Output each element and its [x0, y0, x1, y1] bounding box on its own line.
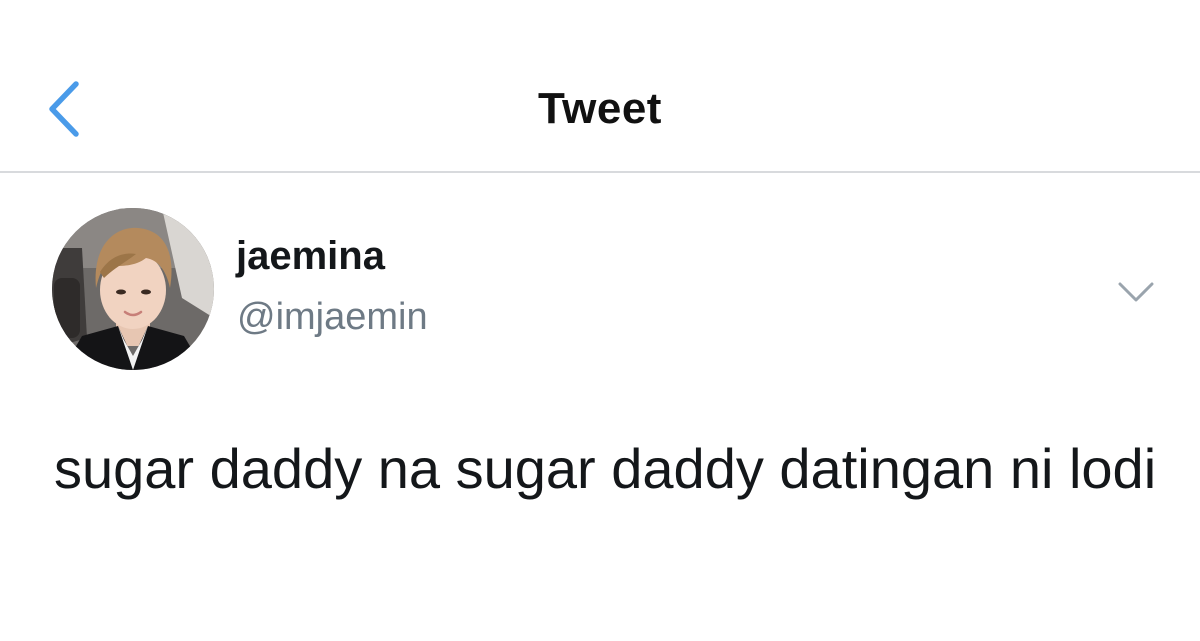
profile-photo	[52, 208, 214, 370]
author-display-name[interactable]: jaemina	[236, 234, 385, 279]
chevron-left-icon	[49, 81, 79, 137]
back-button[interactable]	[38, 76, 92, 142]
chevron-down-icon	[1118, 282, 1154, 302]
tweet-text: sugar daddy na sugar daddy datingan ni l…	[54, 437, 1157, 500]
tweet-detail-screen: Tweet jaemina @imjaemin sugar daddy na s…	[0, 0, 1200, 641]
author-handle[interactable]: @imjaemin	[237, 296, 428, 339]
tweet-options-button[interactable]	[1110, 272, 1162, 312]
avatar[interactable]	[52, 208, 214, 370]
page-title: Tweet	[538, 84, 662, 133]
navigation-header: Tweet	[0, 0, 1200, 173]
